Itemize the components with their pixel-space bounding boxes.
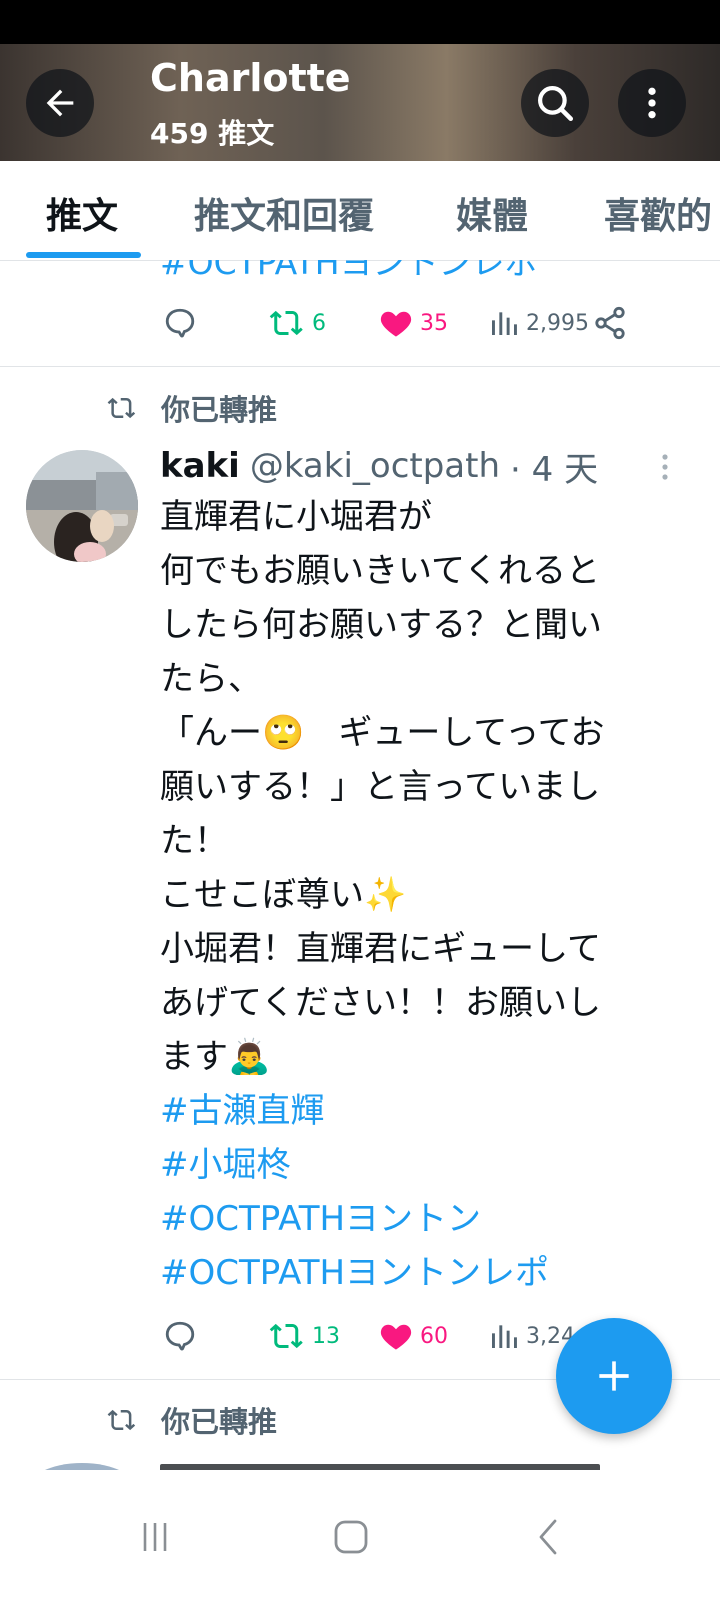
retweet-button[interactable]: 13 [268, 1316, 340, 1356]
tweet-line: 直輝君に小堀君が [160, 497, 432, 537]
view-count: 2,995 [526, 310, 589, 336]
hashtag-link[interactable]: #小堀柊 [160, 1138, 670, 1192]
retweeted-indicator: 你已轉推 [105, 1400, 277, 1440]
previous-tweet-actions: 6 35 2,995 [0, 303, 720, 343]
retweet-button[interactable]: 6 [268, 303, 326, 343]
tweet-line: たら、 [160, 659, 262, 699]
retweeted-indicator: 你已轉推 [105, 388, 277, 428]
more-vertical-icon [662, 454, 668, 480]
tweet-line: こせこぼ尊い✨ [160, 875, 407, 915]
like-button[interactable]: 60 [378, 1316, 448, 1356]
profile-tabs: 推文 推文和回覆 媒體 喜歡的 [0, 161, 720, 261]
retweeted-label: 你已轉推 [161, 393, 278, 427]
like-button[interactable]: 35 [378, 303, 448, 343]
status-bar [0, 0, 720, 44]
system-navigation-bar [0, 1470, 720, 1600]
heart-filled-icon [380, 1324, 412, 1350]
arrow-left-icon [46, 89, 74, 117]
avatar[interactable] [26, 450, 138, 562]
retweet-count: 13 [312, 1323, 340, 1349]
compose-tweet-button[interactable] [556, 1318, 672, 1434]
retweeted-label: 你已轉推 [161, 1405, 278, 1439]
hashtag-link[interactable]: #OCTPATHヨントン [160, 1192, 670, 1246]
recent-apps-button[interactable] [110, 1492, 200, 1582]
back-button[interactable] [26, 69, 94, 137]
like-count: 35 [420, 310, 448, 336]
share-button[interactable] [592, 303, 628, 343]
reply-icon [165, 308, 195, 338]
hashtag-link[interactable]: #古瀬直輝 [160, 1084, 670, 1138]
views-button[interactable]: 2,995 [488, 303, 589, 343]
hashtag-link[interactable]: #OCTPATHヨントンレポ [160, 1246, 670, 1300]
tweet-line: 小堀君！直輝君にギューして [160, 929, 601, 969]
home-button[interactable] [306, 1492, 396, 1582]
tweet-text: 直輝君に小堀君が 何でもお願いきいてくれると したら何お願いする？と聞い たら、… [160, 490, 670, 1300]
share-icon [595, 306, 625, 340]
search-icon [538, 86, 574, 122]
chevron-left-icon [539, 1519, 557, 1555]
views-chart-icon [492, 1325, 517, 1348]
tweet-line: た！ [160, 821, 228, 861]
more-vertical-icon [648, 87, 656, 119]
tweet-line: あげてください！！お願いし [160, 983, 601, 1023]
tweet-line: 願いする！」と言っていまし [160, 767, 601, 807]
tweet-separator [0, 366, 720, 367]
more-options-button[interactable] [618, 69, 686, 137]
views-chart-icon [492, 312, 517, 335]
tab-tweets[interactable]: 推文 [46, 187, 118, 239]
reply-icon [165, 1321, 195, 1351]
tweet-line: ます🙇‍♂️ [160, 1037, 271, 1077]
tab-tweets-and-replies[interactable]: 推文和回覆 [194, 187, 374, 239]
tweet-line: したら何お願いする？と聞い [160, 605, 602, 645]
profile-name: Charlotte [150, 56, 351, 100]
heart-filled-icon [380, 311, 412, 337]
tweet-count: 459 推文 [150, 117, 275, 150]
tweet-header: kaki @kaki_octpath · 4 天 [160, 444, 599, 490]
home-icon [334, 1520, 368, 1554]
tweet-more-button[interactable] [655, 452, 675, 486]
avatar-photo [26, 450, 138, 562]
back-nav-button[interactable] [504, 1492, 594, 1582]
profile-header: Charlotte 459 推文 [0, 44, 720, 161]
next-tweet-peek [0, 1458, 720, 1470]
retweet-count: 6 [312, 310, 326, 336]
author-handle[interactable]: @kaki_octpath [250, 446, 500, 486]
recent-apps-icon [143, 1523, 167, 1551]
tab-media[interactable]: 媒體 [456, 187, 528, 239]
author-name[interactable]: kaki [160, 446, 240, 486]
retweet-icon [269, 310, 303, 336]
retweet-small-icon [107, 397, 136, 419]
tweet-line: 何でもお願いきいてくれると [160, 551, 600, 591]
tweet-time: · 4 天 [510, 449, 599, 490]
reply-button[interactable] [162, 1316, 198, 1356]
retweet-small-icon [107, 1409, 136, 1431]
plus-icon [599, 1361, 629, 1391]
search-button[interactable] [521, 69, 589, 137]
tab-likes[interactable]: 喜歡的 [604, 187, 712, 239]
reply-button[interactable] [162, 303, 198, 343]
like-count: 60 [420, 1323, 448, 1349]
active-tab-indicator [26, 252, 141, 258]
retweet-icon [269, 1323, 303, 1349]
tweet-line: 「んー🙄 ギューしてってお [160, 713, 605, 753]
